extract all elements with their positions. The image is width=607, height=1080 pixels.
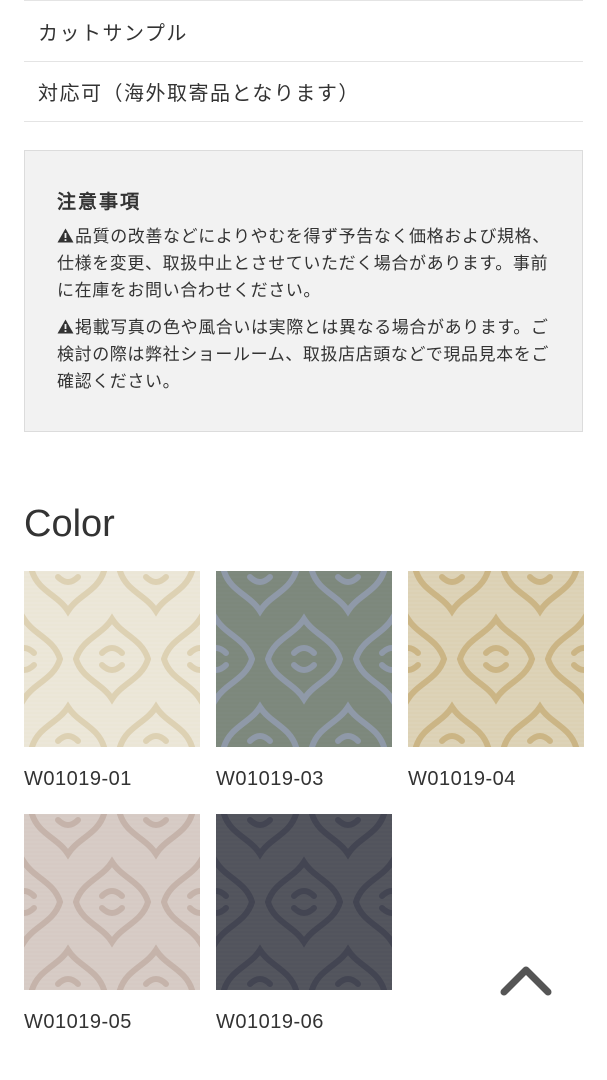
swatch-image[interactable] <box>24 814 200 990</box>
notice-box: 注意事項 品質の改善などによりやむを得ず予告なく価格および規格、仕様を変更、取扱… <box>24 150 583 432</box>
warning-icon <box>57 319 74 334</box>
swatch-card[interactable]: W01019-06 <box>216 814 392 1057</box>
color-section-title: Color <box>24 503 115 545</box>
notice-title: 注意事項 <box>57 191 142 213</box>
notice-text: 掲載写真の色や風合いは実際とは異なる場合があります。ご検討の際は弊社ショールーム… <box>57 318 549 392</box>
swatch-image[interactable] <box>216 814 392 990</box>
swatch-card[interactable]: W01019-04 <box>408 571 584 814</box>
swatch-code[interactable]: W01019-05 <box>24 1011 200 1057</box>
notice-text: 品質の改善などによりやむを得ず予告なく価格および規格、仕様を変更、取扱中止とさせ… <box>57 227 550 301</box>
swatch-image[interactable] <box>24 571 200 747</box>
notice-paragraph: 掲載写真の色や風合いは実際とは異なる場合があります。ご検討の際は弊社ショールーム… <box>57 315 552 396</box>
swatch-code[interactable]: W01019-04 <box>408 768 584 814</box>
swatch-card[interactable]: W01019-05 <box>24 814 200 1057</box>
spec-row-cut-sample: カットサンプル <box>24 0 583 62</box>
swatch-image[interactable] <box>408 571 584 747</box>
chevron-up-icon[interactable] <box>498 962 554 1006</box>
spec-row-availability: 対応可（海外取寄品となります） <box>24 62 583 122</box>
warning-icon <box>57 228 74 243</box>
swatch-image[interactable] <box>216 571 392 747</box>
notice-paragraph: 品質の改善などによりやむを得ず予告なく価格および規格、仕様を変更、取扱中止とさせ… <box>57 224 552 305</box>
swatch-code[interactable]: W01019-01 <box>24 768 200 814</box>
swatch-card[interactable]: W01019-03 <box>216 571 392 814</box>
swatch-code[interactable]: W01019-03 <box>216 768 392 814</box>
swatch-card[interactable]: W01019-01 <box>24 571 200 814</box>
spec-row-label: カットサンプル <box>38 20 188 45</box>
swatch-code[interactable]: W01019-06 <box>216 1011 392 1057</box>
spec-table: カットサンプル 対応可（海外取寄品となります） <box>24 0 583 122</box>
spec-row-value: 対応可（海外取寄品となります） <box>38 81 360 105</box>
